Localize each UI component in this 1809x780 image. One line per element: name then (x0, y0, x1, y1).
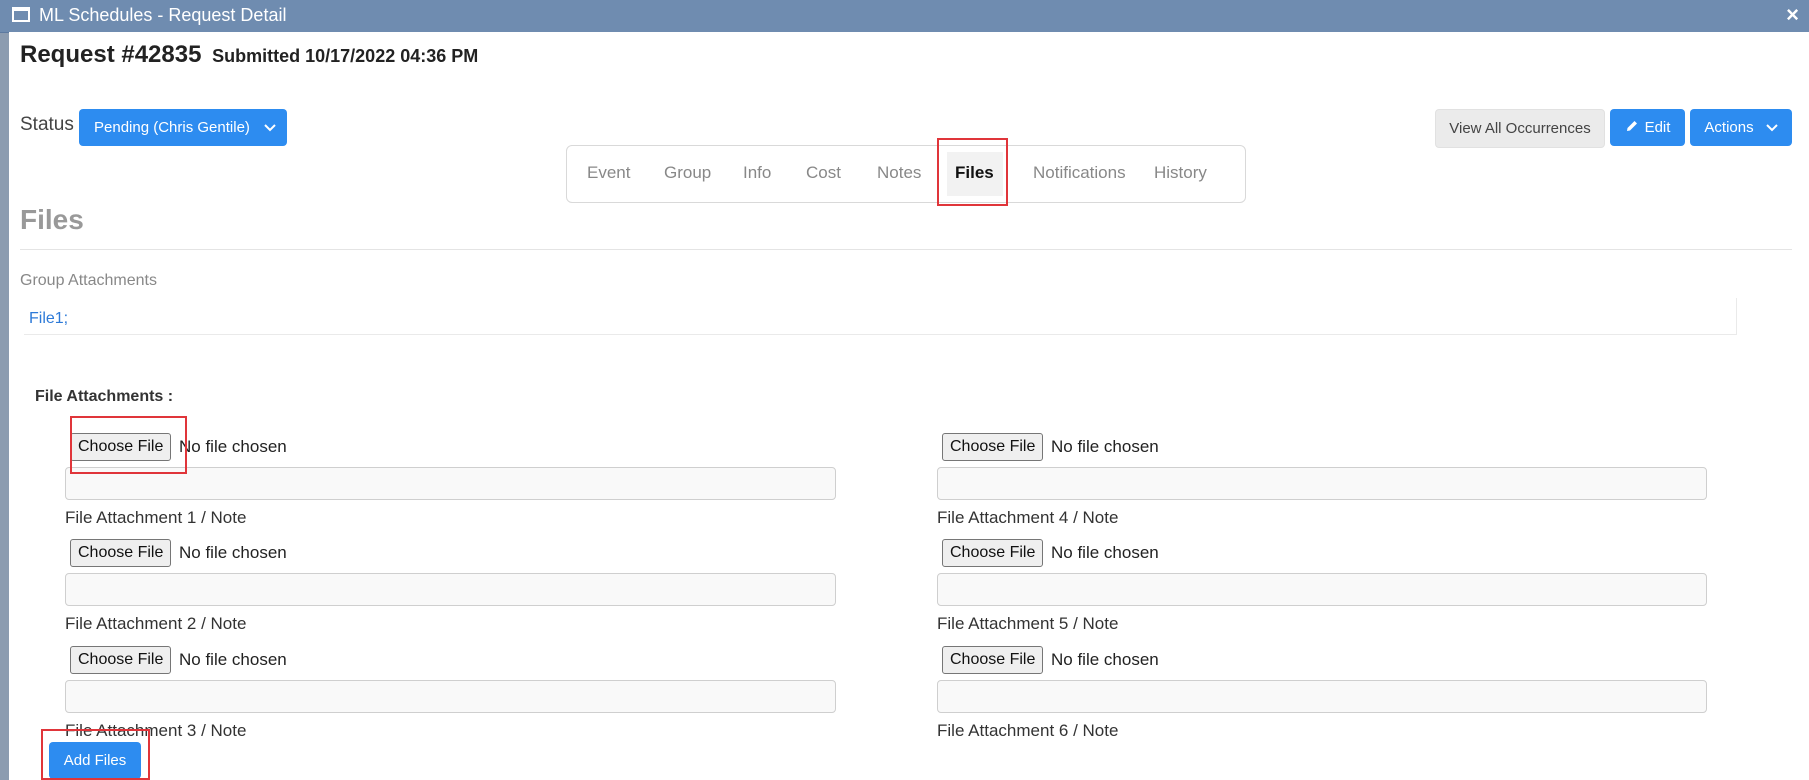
tab-bar: Event Group Info Cost Notes Files Notifi… (566, 145, 1246, 203)
group-file-link[interactable]: File1; (29, 310, 68, 328)
group-attachments-box (24, 298, 1737, 335)
tab-notes[interactable]: Notes (877, 163, 921, 183)
divider (20, 249, 1792, 250)
actions-dropdown-button[interactable]: Actions (1690, 109, 1792, 146)
tab-info[interactable]: Info (743, 163, 771, 183)
note-input-5[interactable] (937, 573, 1707, 606)
no-file-text-1: No file chosen (179, 437, 287, 456)
no-file-text-6: No file chosen (1051, 650, 1159, 669)
choose-file-button-1[interactable]: Choose File (70, 433, 172, 461)
close-icon[interactable]: × (1786, 2, 1799, 28)
note-label-6: File Attachment 6 / Note (937, 721, 1119, 740)
note-label-3: File Attachment 3 / Note (65, 721, 247, 740)
note-label-1: File Attachment 1 / Note (65, 508, 247, 527)
status-label: Status (20, 114, 74, 135)
window-titlebar: ML Schedules - Request Detail × (0, 0, 1809, 33)
no-file-text-5: No file chosen (1051, 543, 1159, 562)
file-attachments-label: File Attachments : (35, 388, 174, 405)
note-input-4[interactable] (937, 467, 1707, 500)
submitted-date: Submitted 10/17/2022 04:36 PM (212, 46, 479, 66)
request-number: Request #42835 (20, 41, 202, 68)
window-title: ML Schedules - Request Detail (39, 5, 287, 25)
status-dropdown-button[interactable]: Pending (Chris Gentile) (79, 109, 287, 146)
note-label-5: File Attachment 5 / Note (937, 614, 1119, 633)
edit-label: Edit (1644, 119, 1671, 136)
tab-notifications[interactable]: Notifications (1033, 163, 1126, 183)
add-files-button[interactable]: Add Files (49, 742, 141, 779)
choose-file-button-6[interactable]: Choose File (942, 646, 1044, 674)
view-all-occurrences-button[interactable]: View All Occurrences (1435, 109, 1605, 148)
request-detail-dialog: Request #42835 Submitted 10/17/2022 04:3… (9, 32, 1809, 780)
choose-file-button-5[interactable]: Choose File (942, 539, 1044, 567)
tab-cost[interactable]: Cost (806, 163, 841, 183)
choose-file-button-3[interactable]: Choose File (70, 646, 172, 674)
chevron-down-icon (264, 121, 276, 135)
note-input-6[interactable] (937, 680, 1707, 713)
tab-event[interactable]: Event (587, 163, 630, 183)
choose-file-button-2[interactable]: Choose File (70, 539, 172, 567)
note-label-4: File Attachment 4 / Note (937, 508, 1119, 527)
note-input-1[interactable] (65, 467, 836, 500)
status-value: Pending (Chris Gentile) (94, 119, 250, 136)
note-label-2: File Attachment 2 / Note (65, 614, 247, 633)
edit-button[interactable]: Edit (1610, 109, 1685, 146)
no-file-text-2: No file chosen (179, 543, 287, 562)
note-input-3[interactable] (65, 680, 836, 713)
chevron-down-icon (1765, 119, 1778, 136)
window-icon (12, 7, 30, 22)
note-input-2[interactable] (65, 573, 836, 606)
tab-files[interactable]: Files (955, 163, 994, 183)
page-title: Request #42835 Submitted 10/17/2022 04:3… (20, 41, 478, 69)
no-file-text-4: No file chosen (1051, 437, 1159, 456)
tab-history[interactable]: History (1154, 163, 1207, 183)
no-file-text-3: No file chosen (179, 650, 287, 669)
pencil-icon (1625, 119, 1639, 137)
actions-label: Actions (1704, 119, 1754, 136)
section-title: Files (20, 204, 84, 235)
group-attachments-label: Group Attachments (20, 272, 157, 289)
choose-file-button-4[interactable]: Choose File (942, 433, 1044, 461)
tab-group[interactable]: Group (664, 163, 711, 183)
